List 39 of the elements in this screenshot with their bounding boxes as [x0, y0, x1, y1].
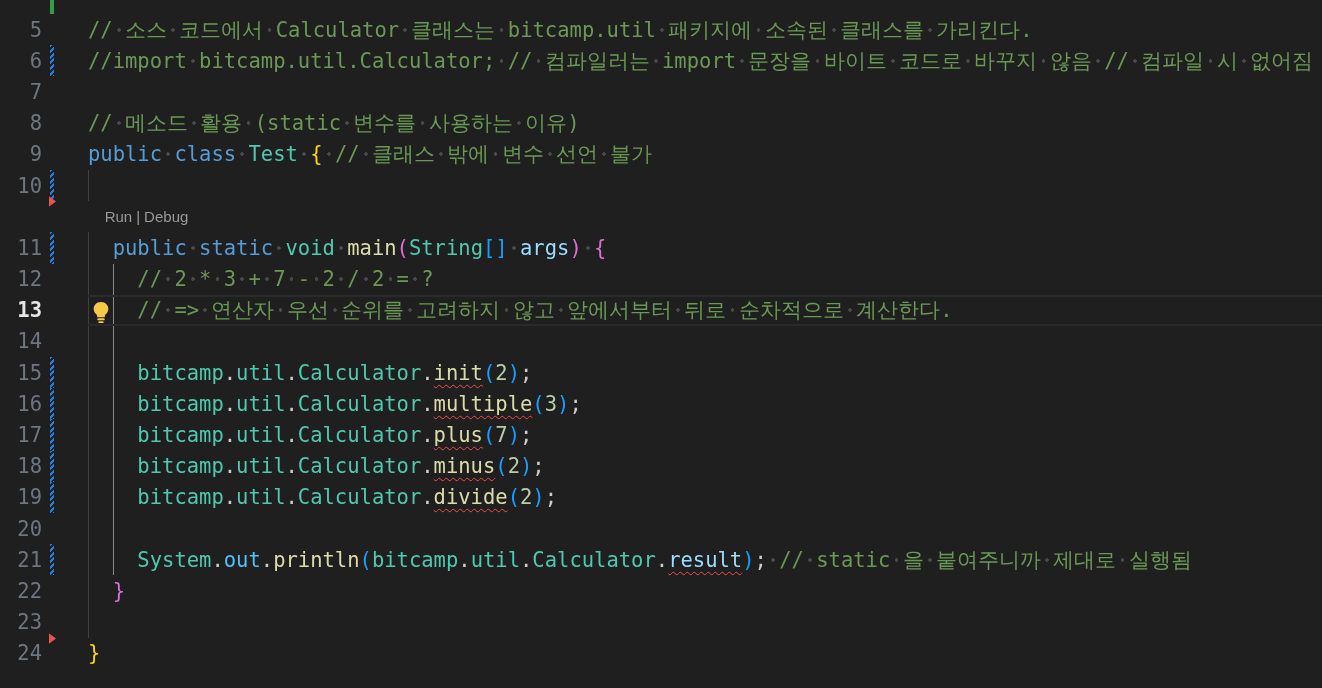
line-number: 9 — [29, 142, 42, 167]
line-number: 13 — [17, 298, 42, 323]
codelens-link[interactable]: Debug — [144, 208, 189, 226]
line-number: 5 — [29, 17, 42, 42]
code-line: public static void main(String[] args) { — [112, 235, 607, 260]
code-line: // 2 * 3 + 7 - 2 / 2 = ? — [137, 267, 434, 292]
lightbulb-icon[interactable] — [92, 300, 110, 324]
line-number: 10 — [17, 173, 42, 198]
line-number: 6 — [29, 48, 42, 73]
line-number: 8 — [29, 111, 42, 136]
line-number: 24 — [17, 641, 42, 666]
line-number: 17 — [17, 423, 42, 448]
line-number: 20 — [17, 516, 42, 541]
line-number: 7 — [29, 79, 42, 104]
line-number: 14 — [17, 329, 42, 354]
code-line: // => 연산자 우선 순위를 고려하지 않고 앞에서부터 뒤로 순차적으로 계산한다. — [137, 297, 953, 325]
line-number: 11 — [17, 235, 42, 260]
code-line: // 메소드 활용 (static 변수를 사용하는 이유) — [88, 110, 580, 138]
line-number: 22 — [17, 578, 42, 603]
code-line: // 소스 코드에서 Calculator 클래스는 bitcamp.util 패키지에 소속된 클래스를 가리킨다. — [88, 16, 1033, 44]
code-line: bitcamp.util.Calculator.init(2); — [137, 360, 533, 385]
code-line: //import bitcamp.util.Calculator; // 컴파일러는 import 문장을 바이트 코드로 바꾸지 않음 // 컴파일 시 없어짐 — [88, 47, 1313, 75]
line-number: 23 — [17, 610, 42, 635]
code-line: bitcamp.util.Calculator.minus(2); — [137, 454, 545, 479]
code-line: } — [88, 641, 101, 666]
code-line: bitcamp.util.Calculator.multiple(3); — [137, 391, 582, 416]
codelens-link[interactable]: Run — [104, 208, 133, 226]
line-number: 19 — [17, 485, 42, 510]
line-number: 21 — [17, 547, 42, 572]
code-line: bitcamp.util.Calculator.plus(7); — [137, 423, 533, 448]
code-line: System.out.println(bitcamp.util.Calculator.result); // static 을 붙여주니까 제대로 실행됨 — [137, 546, 1192, 574]
line-number: 16 — [17, 391, 42, 416]
code-line: bitcamp.util.Calculator.divide(2); — [137, 485, 558, 510]
code-line: } — [112, 578, 125, 603]
code-line: public class Test { // 클래스 밖에 변수 선언 불가 — [88, 141, 653, 169]
codelens-separator: | — [136, 208, 141, 226]
line-number: 12 — [17, 267, 42, 292]
line-number: 18 — [17, 454, 42, 479]
line-number: 15 — [17, 360, 42, 385]
